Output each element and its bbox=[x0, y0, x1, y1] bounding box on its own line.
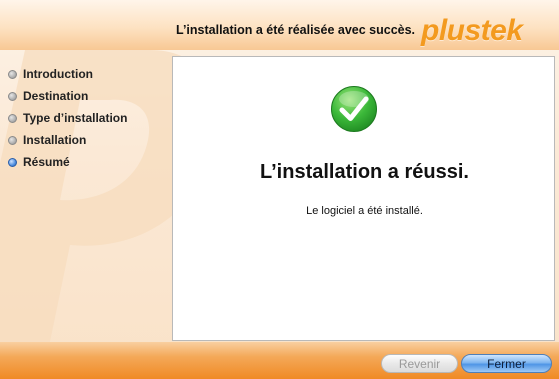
step-introduction: Introduction bbox=[8, 63, 168, 85]
header-bar: L’installation a été réalisée avec succè… bbox=[0, 0, 559, 50]
step-label: Installation bbox=[23, 133, 87, 147]
step-label: Résumé bbox=[23, 155, 70, 169]
success-heading: L’installation a réussi. bbox=[260, 161, 469, 183]
steps-sidebar: Introduction Destination Type d’installa… bbox=[8, 63, 168, 173]
step-destination: Destination bbox=[8, 85, 168, 107]
step-label: Type d’installation bbox=[23, 111, 128, 125]
window-title: L’installation a été réalisée avec succè… bbox=[176, 23, 416, 37]
success-message: Le logiciel a été installé. bbox=[306, 205, 423, 217]
checkmark-icon bbox=[331, 86, 377, 132]
step-bullet-icon bbox=[8, 69, 17, 79]
step-bullet-icon bbox=[8, 135, 17, 145]
back-button[interactable]: Revenir bbox=[381, 354, 458, 373]
close-button[interactable]: Fermer bbox=[461, 354, 552, 373]
step-label: Destination bbox=[23, 89, 89, 103]
content-panel: L’installation a réussi. Le logiciel a é… bbox=[172, 56, 555, 341]
step-bullet-icon bbox=[8, 113, 17, 123]
installer-window: L’installation a été réalisée avec succè… bbox=[0, 0, 559, 379]
step-label: Introduction bbox=[23, 67, 93, 81]
step-summary: Résumé bbox=[8, 151, 168, 173]
step-installation-type: Type d’installation bbox=[8, 107, 168, 129]
step-bullet-icon bbox=[8, 91, 17, 101]
step-bullet-active-icon bbox=[8, 157, 17, 167]
step-installation: Installation bbox=[8, 129, 168, 151]
plustek-logo: plustek bbox=[421, 14, 523, 47]
